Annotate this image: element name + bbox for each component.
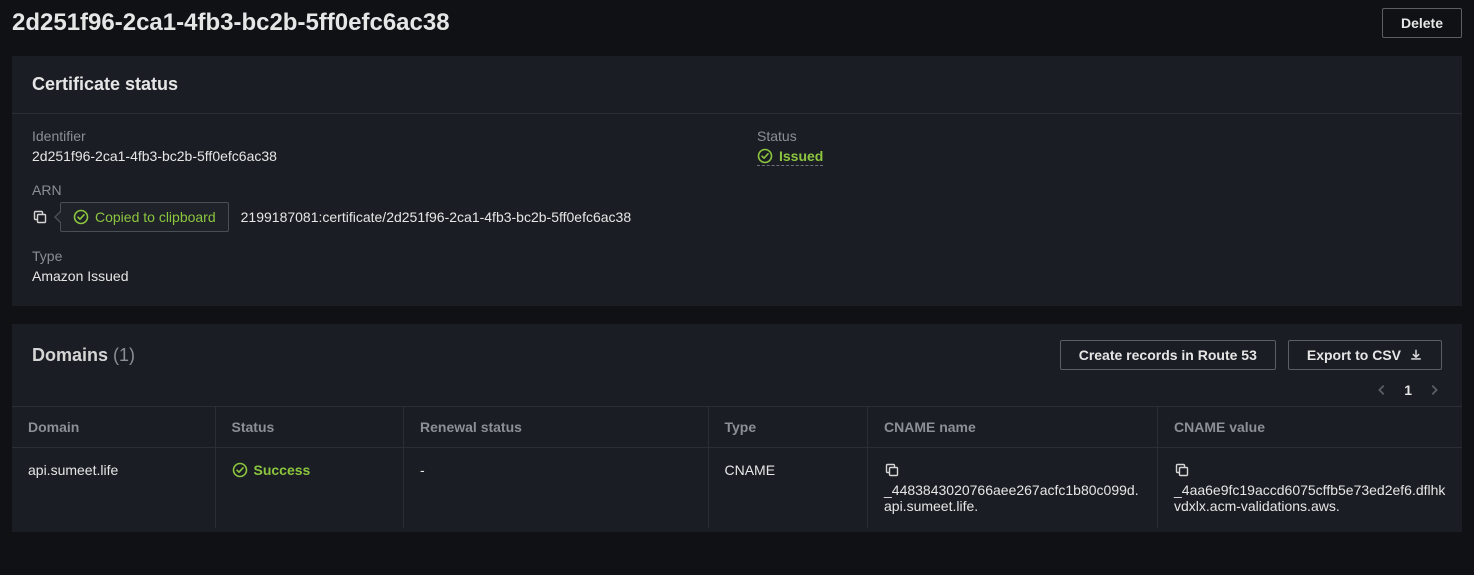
check-circle-icon: [232, 462, 248, 478]
export-csv-label: Export to CSV: [1307, 347, 1401, 363]
label-type: Type: [32, 248, 717, 264]
delete-button[interactable]: Delete: [1382, 8, 1462, 38]
check-circle-icon: [73, 209, 89, 225]
value-arn: 2199187081:certificate/2d251f96-2ca1-4fb…: [241, 209, 631, 225]
label-arn: ARN: [32, 182, 1442, 198]
value-type: Amazon Issued: [32, 268, 717, 284]
field-status: Status Issued: [757, 128, 1442, 166]
field-identifier: Identifier 2d251f96-2ca1-4fb3-bc2b-5ff0e…: [32, 128, 717, 166]
page-title: 2d251f96-2ca1-4fb3-bc2b-5ff0efc6ac38: [12, 9, 450, 37]
col-status[interactable]: Status: [215, 407, 404, 448]
cell-status: Success: [215, 448, 404, 529]
table-header-row: Domain Status Renewal status Type CNAME …: [12, 407, 1462, 448]
cell-type: CNAME: [708, 448, 868, 529]
chevron-right-icon[interactable]: [1426, 382, 1442, 398]
col-type[interactable]: Type: [708, 407, 868, 448]
copy-icon[interactable]: [1174, 462, 1190, 478]
domains-count: (1): [113, 345, 135, 365]
certificate-status-panel: Certificate status Identifier 2d251f96-2…: [12, 56, 1462, 306]
value-identifier: 2d251f96-2ca1-4fb3-bc2b-5ff0efc6ac38: [32, 148, 717, 164]
label-status: Status: [757, 128, 1442, 144]
col-cname-value[interactable]: CNAME value: [1158, 407, 1463, 448]
check-circle-icon: [757, 148, 773, 164]
certificate-status-heading: Certificate status: [12, 56, 1462, 114]
domains-title-text: Domains: [32, 345, 108, 365]
cname-value-value: _4aa6e9fc19accd6075cffb5e73ed2ef6.dflhkv…: [1174, 482, 1446, 514]
cell-domain: api.sumeet.life: [12, 448, 215, 529]
domains-table: Domain Status Renewal status Type CNAME …: [12, 406, 1462, 528]
cell-cname-value: _4aa6e9fc19accd6075cffb5e73ed2ef6.dflhkv…: [1158, 448, 1463, 529]
cell-status-text: Success: [254, 462, 311, 478]
copy-icon[interactable]: [884, 462, 900, 478]
cname-name-value: _4483843020766aee267acfc1b80c099d.api.su…: [884, 482, 1141, 514]
export-csv-button[interactable]: Export to CSV: [1288, 340, 1442, 370]
pagination-current: 1: [1404, 382, 1412, 398]
chevron-left-icon[interactable]: [1374, 382, 1390, 398]
domains-heading: Domains (1): [32, 345, 135, 366]
table-row: api.sumeet.life Success - CNAME: [12, 448, 1462, 529]
col-renewal[interactable]: Renewal status: [404, 407, 709, 448]
field-arn: ARN Copied to clipboard: [32, 182, 1442, 232]
download-icon: [1409, 348, 1423, 362]
pagination: 1: [12, 378, 1462, 406]
tooltip-text: Copied to clipboard: [95, 209, 216, 225]
label-identifier: Identifier: [32, 128, 717, 144]
page-header: 2d251f96-2ca1-4fb3-bc2b-5ff0efc6ac38 Del…: [0, 0, 1474, 56]
copied-tooltip: Copied to clipboard: [60, 202, 229, 232]
cell-renewal: -: [404, 448, 709, 529]
value-status: Issued: [757, 148, 823, 166]
field-type: Type Amazon Issued: [32, 248, 717, 284]
create-records-button[interactable]: Create records in Route 53: [1060, 340, 1276, 370]
col-domain[interactable]: Domain: [12, 407, 215, 448]
domains-panel: Domains (1) Create records in Route 53 E…: [12, 324, 1462, 532]
status-text: Issued: [779, 148, 823, 164]
cell-cname-name: _4483843020766aee267acfc1b80c099d.api.su…: [868, 448, 1158, 529]
col-cname-name[interactable]: CNAME name: [868, 407, 1158, 448]
copy-icon[interactable]: [32, 209, 48, 225]
